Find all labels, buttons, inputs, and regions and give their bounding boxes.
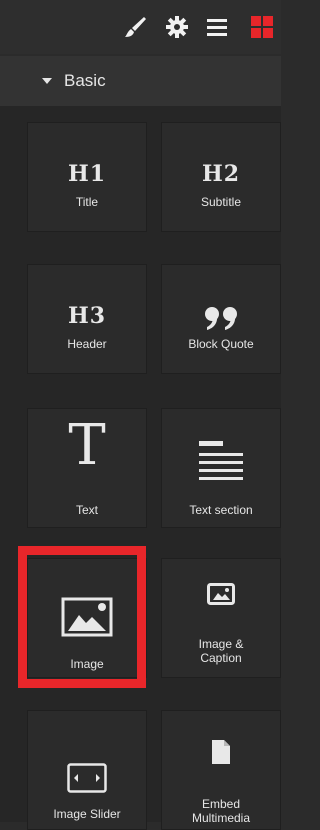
- brush-icon[interactable]: [118, 10, 152, 44]
- block-image-slider[interactable]: Image Slider: [27, 710, 147, 830]
- block-label: Embed Multimedia: [191, 797, 251, 825]
- section-basic-header[interactable]: Basic: [0, 56, 281, 106]
- h2-icon: H2: [201, 161, 241, 187]
- block-label: Image Slider: [53, 807, 121, 821]
- menu-icon[interactable]: [200, 10, 234, 44]
- block-label: Block Quote: [188, 337, 254, 351]
- image-slider-icon: [28, 763, 146, 793]
- block-text[interactable]: T Text: [27, 408, 147, 528]
- grid-icon[interactable]: [242, 10, 281, 44]
- block-text-section[interactable]: Text section: [161, 408, 281, 528]
- block-label: Header: [67, 337, 107, 351]
- quote-icon: [162, 305, 280, 331]
- h1-icon: H1: [67, 161, 107, 187]
- block-subtitle-h2[interactable]: H2 Subtitle: [161, 122, 281, 232]
- h3-icon: H3: [67, 303, 107, 329]
- gear-icon[interactable]: [160, 10, 194, 44]
- block-palette: H1 Title H2 Subtitle H3 Header Block Quo…: [0, 106, 281, 830]
- block-quote[interactable]: Block Quote: [161, 264, 281, 374]
- top-toolbar: [0, 0, 281, 54]
- caret-down-icon: [42, 78, 52, 84]
- section-title: Basic: [64, 71, 106, 90]
- block-label: Title: [75, 195, 99, 209]
- block-label: Subtitle: [200, 195, 242, 209]
- block-title-h1[interactable]: H1 Title: [27, 122, 147, 232]
- block-label: Image & Caption: [198, 637, 244, 665]
- block-image-caption[interactable]: Image & Caption: [161, 558, 281, 678]
- text-icon: T: [68, 413, 106, 478]
- selection-highlight: [18, 546, 146, 688]
- document-icon: [162, 739, 280, 765]
- block-label: Text section: [189, 503, 253, 517]
- image-caption-icon: [162, 583, 280, 605]
- block-label: Text: [75, 503, 98, 517]
- block-embed-multimedia[interactable]: Embed Multimedia: [161, 710, 281, 830]
- block-header-h3[interactable]: H3 Header: [27, 264, 147, 374]
- text-section-icon: [162, 439, 280, 485]
